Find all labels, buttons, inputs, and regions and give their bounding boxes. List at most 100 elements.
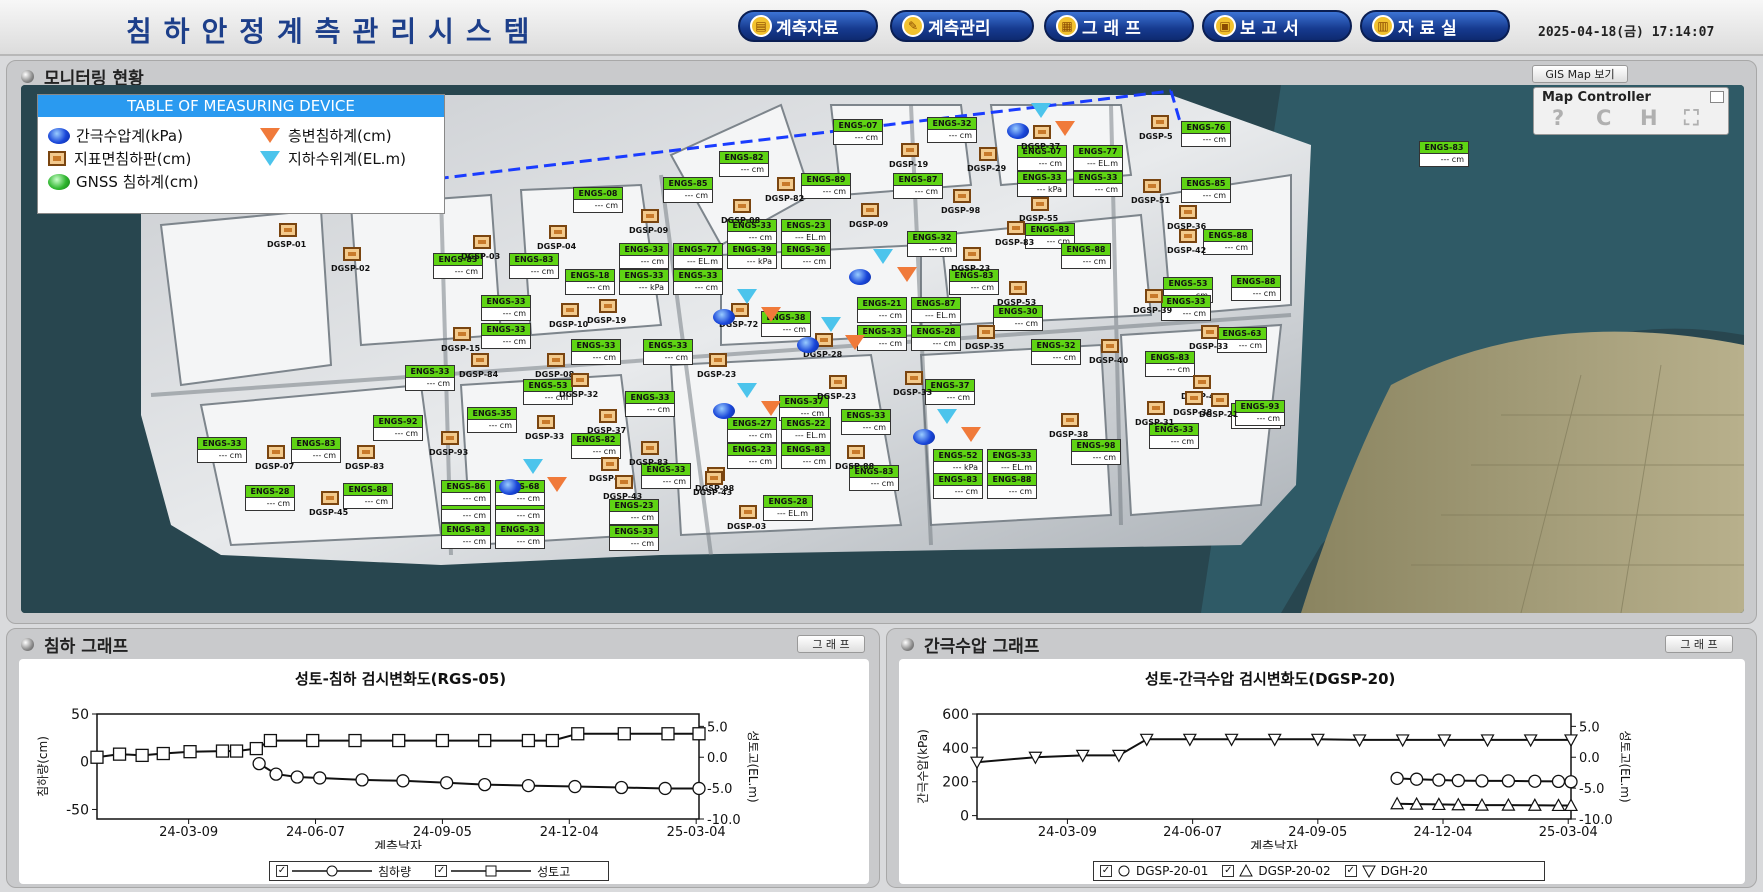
settlement-plate-square-icon[interactable] bbox=[321, 491, 339, 505]
sensor-label-engs-33[interactable]: ENGS-33--- cm bbox=[625, 391, 675, 417]
groundwater-triangle-icon[interactable] bbox=[1031, 103, 1051, 118]
sensor-label-engs-35[interactable]: ENGS-35 --- cm bbox=[467, 407, 517, 433]
sensor-label-engs-76[interactable]: ENGS-76 --- cm bbox=[1181, 121, 1231, 147]
layer-settlement-triangle-icon[interactable] bbox=[761, 401, 781, 416]
sensor-label-engs-83[interactable]: ENGS-83--- cm bbox=[291, 437, 341, 463]
minimize-icon[interactable] bbox=[1710, 91, 1724, 103]
sensor-label-engs-28[interactable]: ENGS-28 --- EL.m bbox=[763, 495, 813, 521]
sensor-label-engs-33[interactable]: ENGS-33--- cm bbox=[481, 295, 531, 321]
settlement-plate-square-icon[interactable] bbox=[705, 471, 723, 485]
settlement-plate-square-icon[interactable] bbox=[847, 445, 865, 459]
settlement-plate-square-icon[interactable] bbox=[1007, 221, 1025, 235]
sensor-label-engs-88[interactable]: ENGS-88 --- cm bbox=[1061, 243, 1111, 269]
settlement-plate-square-icon[interactable] bbox=[1101, 339, 1119, 353]
sensor-label-engs-85[interactable]: ENGS-85 --- cm bbox=[1181, 177, 1231, 203]
groundwater-triangle-icon[interactable] bbox=[937, 409, 957, 424]
sensor-label-engs-52[interactable]: ENGS-52 --- kPa bbox=[933, 449, 983, 475]
settlement-plate-square-icon[interactable] bbox=[1033, 125, 1051, 139]
groundwater-triangle-icon[interactable] bbox=[737, 289, 757, 304]
settlement-plate-square-icon[interactable] bbox=[473, 235, 491, 249]
settlement-plate-square-icon[interactable] bbox=[1147, 401, 1165, 415]
settlement-plate-square-icon[interactable] bbox=[829, 375, 847, 389]
sensor-label-engs-30[interactable]: ENGS-30 --- cm bbox=[993, 305, 1043, 331]
pore-graph-button[interactable]: 그 래 프 bbox=[1665, 635, 1733, 653]
settlement-plate-square-icon[interactable] bbox=[1211, 393, 1229, 407]
sensor-label-engs-88[interactable]: ENGS-88 --- cm bbox=[1203, 229, 1253, 255]
piezometer-circle-icon[interactable] bbox=[849, 269, 871, 285]
settlement-plate-square-icon[interactable] bbox=[739, 505, 757, 519]
sensor-label-engs-88[interactable]: ENGS-88 --- cm bbox=[987, 473, 1037, 499]
sensor-label-engs-33[interactable]: ENGS-33--- cm bbox=[481, 323, 531, 349]
checkbox-icon[interactable]: ✓ bbox=[276, 865, 288, 877]
sensor-label-engs-88[interactable]: ENGS-88 --- cm bbox=[343, 483, 393, 509]
settlement-plate-square-icon[interactable] bbox=[471, 353, 489, 367]
help-icon[interactable]: ? bbox=[1552, 106, 1564, 130]
groundwater-triangle-icon[interactable] bbox=[873, 249, 893, 264]
piezometer-circle-icon[interactable] bbox=[1007, 123, 1029, 139]
settlement-plate-square-icon[interactable] bbox=[1179, 205, 1197, 219]
layer-settlement-triangle-icon[interactable] bbox=[547, 477, 567, 492]
settlement-plate-square-icon[interactable] bbox=[615, 475, 633, 489]
settlement-plate-square-icon[interactable] bbox=[709, 353, 727, 367]
piezometer-circle-icon[interactable] bbox=[713, 309, 735, 325]
home-icon[interactable]: H bbox=[1640, 106, 1658, 130]
sensor-label-engs-36[interactable]: ENGS-36 --- cm bbox=[781, 243, 831, 269]
sensor-label-engs-89[interactable]: ENGS-89 --- cm bbox=[801, 173, 851, 199]
piezometer-circle-icon[interactable] bbox=[797, 337, 819, 353]
sensor-label-engs-32[interactable]: ENGS-32 --- cm bbox=[1031, 339, 1081, 365]
settlement-plate-square-icon[interactable] bbox=[861, 203, 879, 217]
sensor-label-engs-77[interactable]: ENGS-77 --- EL.m bbox=[673, 243, 723, 269]
sensor-label-engs-27[interactable]: ENGS-27 --- cm bbox=[727, 417, 777, 443]
sensor-label-engs-28[interactable]: ENGS-28 --- cm bbox=[245, 485, 295, 511]
settlement-plate-square-icon[interactable] bbox=[641, 441, 659, 455]
sensor-label-engs-33[interactable]: ENGS-33--- cm bbox=[841, 409, 891, 435]
sensor-label-engs-23[interactable]: ENGS-23 --- EL.m bbox=[781, 219, 831, 245]
site-map[interactable]: ENGS-07 --- cm ENGS-32 --- cm ENGS-07 --- cm E… bbox=[21, 85, 1744, 613]
sensor-label-engs-33[interactable]: ENGS-33--- cm bbox=[405, 365, 455, 391]
settlement-plate-square-icon[interactable] bbox=[963, 247, 981, 261]
layer-settlement-triangle-icon[interactable] bbox=[897, 267, 917, 282]
sensor-label-engs-92[interactable]: ENGS-92 --- cm bbox=[373, 415, 423, 441]
settlement-plate-square-icon[interactable] bbox=[1061, 413, 1079, 427]
sensor-label-engs-83[interactable]: ENGS-83--- cm bbox=[441, 523, 491, 549]
settlement-plate-square-icon[interactable] bbox=[547, 353, 565, 367]
layer-settlement-triangle-icon[interactable] bbox=[1055, 121, 1075, 136]
sensor-label-engs-83[interactable]: ENGS-83--- cm bbox=[509, 253, 559, 279]
settlement-plate-square-icon[interactable] bbox=[1031, 197, 1049, 211]
sensor-label-engs-83[interactable]: ENGS-83--- cm bbox=[933, 473, 983, 499]
checkbox-icon[interactable]: ✓ bbox=[1222, 865, 1235, 877]
layer-settlement-triangle-icon[interactable] bbox=[845, 335, 865, 350]
sensor-label-engs-88[interactable]: ENGS-88 --- cm bbox=[1231, 275, 1281, 301]
settlement-plate-square-icon[interactable] bbox=[267, 445, 285, 459]
sensor-label-engs-33[interactable]: ENGS-33--- cm bbox=[1073, 171, 1123, 197]
sensor-label-engs-39[interactable]: ENGS-39 --- kPa bbox=[727, 243, 777, 269]
nav-measurement-data-button[interactable]: ▤ 계측자료 bbox=[738, 10, 878, 42]
sensor-label-engs-82[interactable]: ENGS-82 --- cm bbox=[719, 151, 769, 177]
piezometer-circle-icon[interactable] bbox=[713, 403, 735, 419]
sensor-label-engs-28[interactable]: ENGS-28 --- cm bbox=[911, 325, 961, 351]
checkbox-icon[interactable]: ✓ bbox=[435, 865, 448, 877]
sensor-label-engs-33[interactable]: ENGS-33--- cm bbox=[619, 243, 669, 269]
sensor-label-engs-98[interactable]: ENGS-98 --- cm bbox=[1071, 439, 1121, 465]
sensor-label-engs-82[interactable]: ENGS-82 --- cm bbox=[571, 433, 621, 459]
settlement-plate-square-icon[interactable] bbox=[453, 327, 471, 341]
settlement-graph-button[interactable]: 그 래 프 bbox=[797, 635, 865, 653]
settlement-plate-square-icon[interactable] bbox=[1151, 115, 1169, 129]
settlement-plate-square-icon[interactable] bbox=[343, 247, 361, 261]
settlement-plate-square-icon[interactable] bbox=[1201, 325, 1219, 339]
sensor-label-engs-23[interactable]: ENGS-23 --- cm bbox=[609, 499, 659, 525]
sensor-label-engs-33[interactable]: ENGS-33--- cm bbox=[609, 525, 659, 551]
sensor-label-engs-33[interactable]: ENGS-33 --- kPa bbox=[1017, 171, 1067, 197]
sensor-label-engs-87[interactable]: ENGS-87 --- cm bbox=[893, 173, 943, 199]
nav-graph-button[interactable]: ▦ 그 래 프 bbox=[1044, 10, 1194, 42]
settlement-plate-square-icon[interactable] bbox=[441, 431, 459, 445]
groundwater-triangle-icon[interactable] bbox=[737, 383, 757, 398]
sensor-label-engs-33[interactable]: ENGS-33--- cm bbox=[673, 269, 723, 295]
fullscreen-icon[interactable]: ⛶ bbox=[1684, 106, 1699, 131]
sensor-label-engs-23[interactable]: ENGS-23 --- cm bbox=[727, 443, 777, 469]
nav-measurement-management-button[interactable]: ✎ 계측관리 bbox=[890, 10, 1034, 42]
settlement-plate-square-icon[interactable] bbox=[1185, 391, 1203, 405]
settlement-plate-square-icon[interactable] bbox=[1143, 179, 1161, 193]
sensor-label-engs-21[interactable]: ENGS-21 --- cm bbox=[857, 297, 907, 323]
settlement-plate-square-icon[interactable] bbox=[599, 409, 617, 423]
